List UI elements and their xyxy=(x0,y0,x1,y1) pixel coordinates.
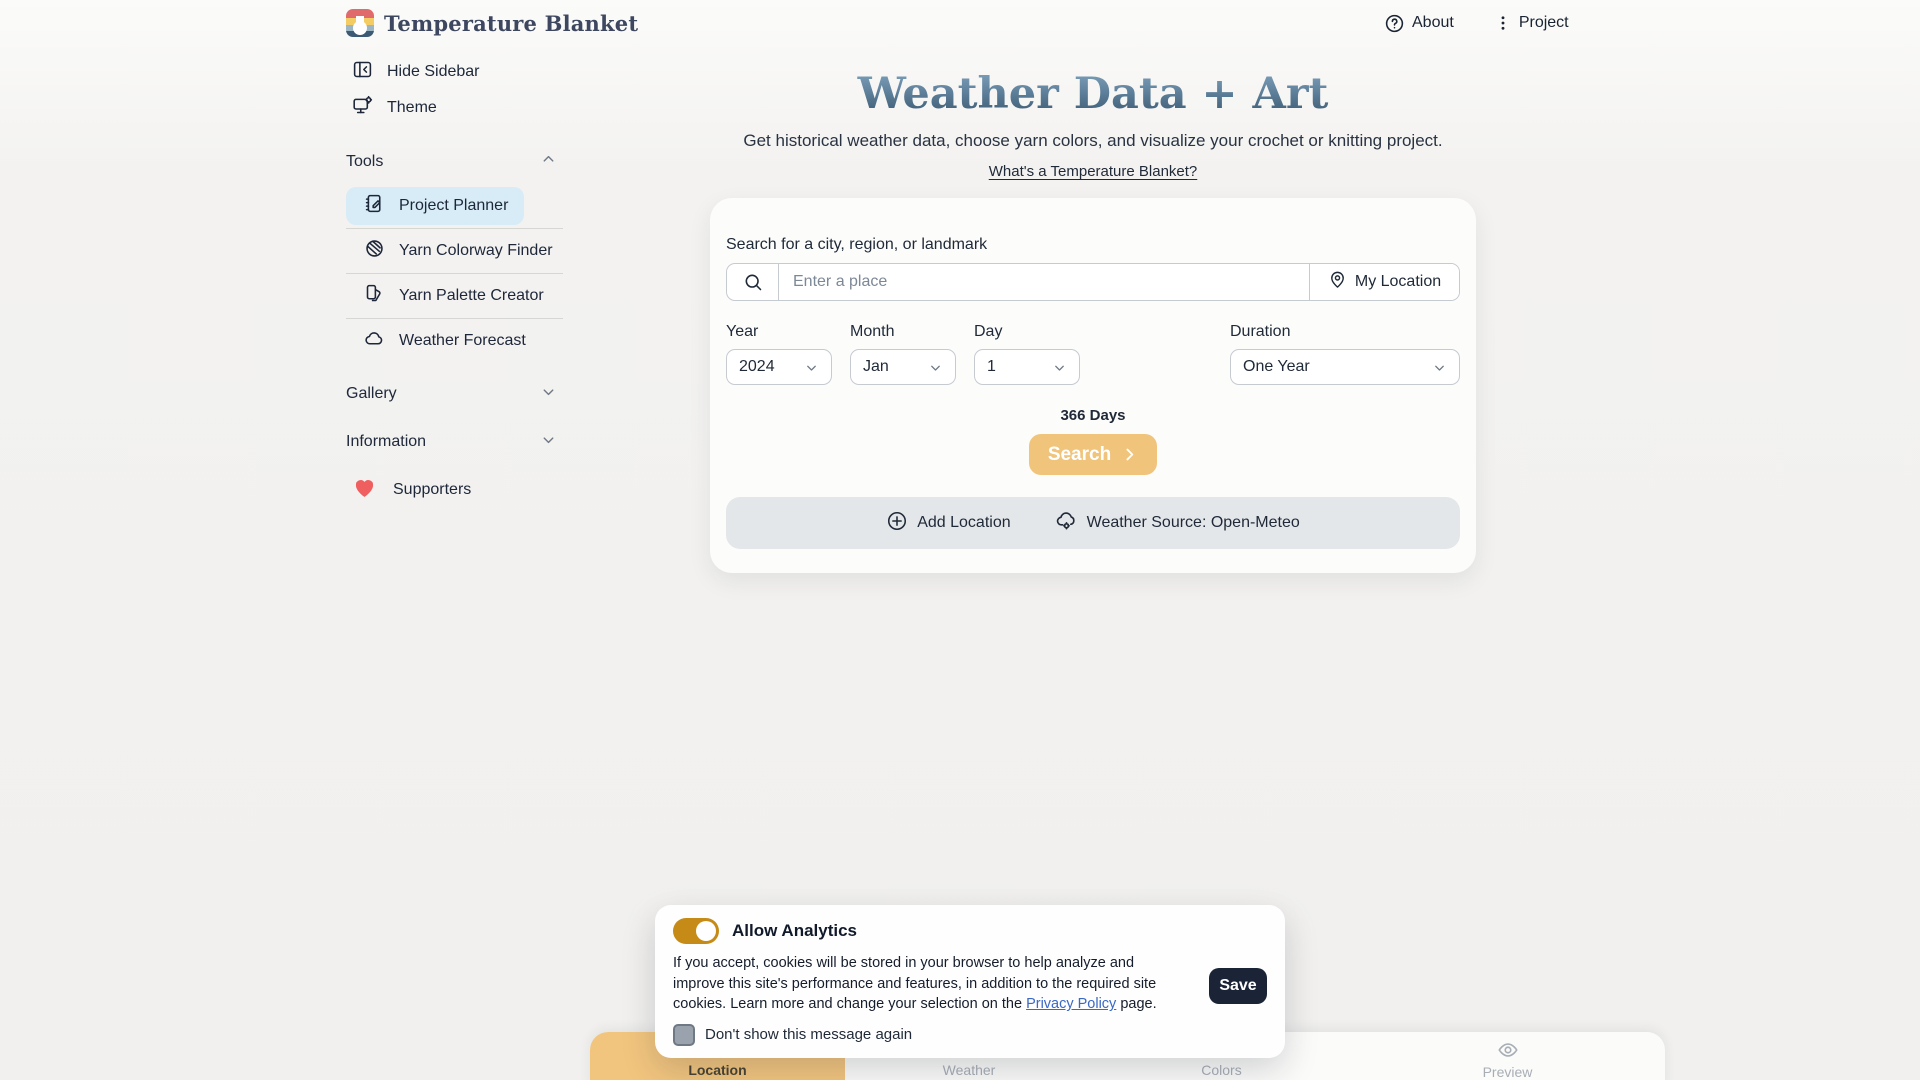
save-button[interactable]: Save xyxy=(1209,968,1267,1004)
tab-preview[interactable]: Preview xyxy=(1350,1032,1665,1080)
page-subtitle: Get historical weather data, choose yarn… xyxy=(710,131,1476,151)
help-icon xyxy=(1384,13,1405,34)
divider xyxy=(346,228,563,229)
divider xyxy=(346,318,563,319)
day-label: Day xyxy=(974,323,1080,341)
swatches-icon xyxy=(364,283,385,309)
day-select[interactable]: 1 xyxy=(974,349,1080,385)
place-input[interactable] xyxy=(779,264,1309,300)
sidebar-item-project-planner[interactable]: Project Planner xyxy=(346,187,524,225)
place-search-row: My Location xyxy=(726,263,1460,301)
about-button[interactable]: About xyxy=(1384,13,1454,34)
date-row: Year 2024 Month Jan Day 1 xyxy=(726,323,1460,385)
month-label: Month xyxy=(850,323,956,341)
eye-icon xyxy=(1497,1039,1519,1061)
allow-analytics-toggle[interactable] xyxy=(673,918,719,944)
app-header: Temperature Blanket About Project xyxy=(0,0,1920,46)
search-card: Search for a city, region, or landmark M… xyxy=(710,198,1476,573)
page: Temperature Blanket About Project xyxy=(0,0,1920,1080)
card-action-bar: Add Location Weather Source: Open-Meteo xyxy=(726,497,1460,549)
cookie-text: If you accept, cookies will be stored in… xyxy=(673,953,1183,1015)
dont-show-checkbox[interactable] xyxy=(673,1024,695,1046)
chevron-down-icon xyxy=(928,360,943,375)
heart-icon xyxy=(352,475,377,505)
whats-a-temperature-blanket-link[interactable]: What's a Temperature Blanket? xyxy=(989,163,1198,180)
notebook-pen-icon xyxy=(364,193,385,219)
theme-monitor-icon xyxy=(352,95,373,121)
cloud-icon xyxy=(364,328,385,354)
search-icon[interactable] xyxy=(727,264,779,300)
brand[interactable]: Temperature Blanket xyxy=(346,0,638,46)
sidebar-item-weather-forecast[interactable]: Weather Forecast xyxy=(346,322,563,360)
duration-label: Duration xyxy=(1230,323,1460,341)
chevron-down-icon xyxy=(1052,360,1067,375)
days-count: 366 Days xyxy=(726,407,1460,424)
plus-circle-icon xyxy=(886,510,908,537)
main-content: Weather Data + Art Get historical weathe… xyxy=(710,46,1476,573)
sidebar: Hide Sidebar Theme Tools xyxy=(346,46,563,508)
project-menu-button[interactable]: Project xyxy=(1494,14,1569,32)
gallery-section-header[interactable]: Gallery xyxy=(346,376,563,412)
chevron-up-icon xyxy=(540,151,557,173)
cookie-banner: Allow Analytics If you accept, cookies w… xyxy=(655,905,1285,1058)
app-logo-icon xyxy=(346,9,374,37)
header-actions: About Project xyxy=(1384,0,1569,46)
panel-collapse-icon xyxy=(352,59,373,85)
divider xyxy=(346,273,563,274)
hide-sidebar-button[interactable]: Hide Sidebar xyxy=(346,54,563,90)
dont-show-label: Don't show this message again xyxy=(705,1026,912,1043)
month-select[interactable]: Jan xyxy=(850,349,956,385)
sidebar-item-yarn-colorway-finder[interactable]: Yarn Colorway Finder xyxy=(346,232,563,270)
app-title: Temperature Blanket xyxy=(384,11,638,36)
search-button[interactable]: Search xyxy=(1029,434,1157,475)
sidebar-item-supporters[interactable]: Supporters xyxy=(346,472,563,508)
year-label: Year xyxy=(726,323,832,341)
page-title: Weather Data + Art xyxy=(710,70,1476,119)
information-section-header[interactable]: Information xyxy=(346,424,563,460)
yarn-ball-icon xyxy=(364,238,385,264)
my-location-button[interactable]: My Location xyxy=(1309,264,1459,300)
tools-section-header[interactable]: Tools xyxy=(346,144,563,180)
year-select[interactable]: 2024 xyxy=(726,349,832,385)
cookie-title: Allow Analytics xyxy=(732,921,857,941)
sidebar-item-yarn-palette-creator[interactable]: Yarn Palette Creator xyxy=(346,277,563,315)
chevron-down-icon xyxy=(540,431,557,453)
search-label: Search for a city, region, or landmark xyxy=(726,236,1460,254)
map-pin-icon xyxy=(1328,270,1347,294)
weather-source-button[interactable]: Weather Source: Open-Meteo xyxy=(1055,509,1300,537)
privacy-policy-link[interactable]: Privacy Policy xyxy=(1026,996,1116,1012)
add-location-button[interactable]: Add Location xyxy=(886,510,1010,537)
kebab-menu-icon xyxy=(1494,14,1512,32)
chevron-down-icon xyxy=(804,360,819,375)
chevron-down-icon xyxy=(540,383,557,405)
duration-select[interactable]: One Year xyxy=(1230,349,1460,385)
chevron-down-icon xyxy=(1432,360,1447,375)
theme-button[interactable]: Theme xyxy=(346,90,563,126)
cloud-gear-icon xyxy=(1055,509,1078,537)
chevron-right-icon xyxy=(1121,446,1138,463)
